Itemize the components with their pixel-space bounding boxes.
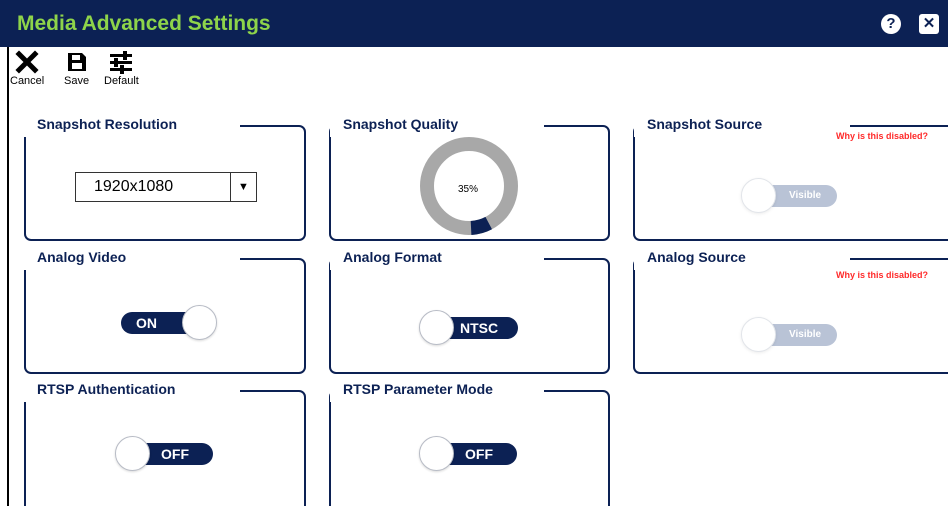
toggle-knob <box>182 305 217 340</box>
toggle-knob <box>419 310 454 345</box>
save-button[interactable]: Save <box>64 50 89 87</box>
analog-format-title: Analog Format <box>330 244 544 270</box>
analog-source-disabled-link[interactable]: Why is this disabled? <box>836 270 928 280</box>
default-button[interactable]: Default <box>104 50 139 87</box>
cancel-label: Cancel <box>10 75 45 87</box>
toggle-knob <box>741 178 776 213</box>
chevron-down-icon[interactable]: ▼ <box>230 173 256 201</box>
rtsp-authentication-toggle[interactable]: OFF <box>115 436 213 471</box>
analog-source-toggle: Visible <box>741 317 839 352</box>
toggle-knob <box>741 317 776 352</box>
toggle-knob <box>419 436 454 471</box>
rtsp-parameter-mode-toggle[interactable]: OFF <box>419 436 517 471</box>
analog-video-toggle[interactable]: ON <box>119 305 217 340</box>
toggle-knob <box>115 436 150 471</box>
window-titlebar: Media Advanced Settings ? ✕ <box>0 0 948 47</box>
snapshot-resolution-select[interactable]: 1920x1080 ▼ <box>75 172 257 202</box>
snapshot-quality-percent: 35% <box>458 184 479 195</box>
sliders-icon <box>110 51 133 74</box>
floppy-disk-icon <box>67 53 86 71</box>
help-icon[interactable]: ? <box>881 14 901 34</box>
analog-format-toggle[interactable]: NTSC <box>419 310 518 345</box>
x-mark-icon <box>15 50 39 74</box>
snapshot-source-title: Snapshot Source <box>634 111 850 137</box>
analog-video-title: Analog Video <box>24 244 240 270</box>
close-icon[interactable]: ✕ <box>919 14 939 34</box>
save-label: Save <box>64 75 90 87</box>
snapshot-source-toggle: Visible <box>741 178 839 213</box>
window-title: Media Advanced Settings <box>17 11 271 35</box>
snapshot-resolution-title: Snapshot Resolution <box>24 111 240 137</box>
rtsp-authentication-title: RTSP Authentication <box>24 376 240 402</box>
analog-source-title: Analog Source <box>634 244 850 270</box>
snapshot-source-disabled-link[interactable]: Why is this disabled? <box>836 131 928 141</box>
snapshot-resolution-value: 1920x1080 <box>94 178 174 195</box>
default-label: Default <box>104 75 139 87</box>
rtsp-parameter-mode-title: RTSP Parameter Mode <box>330 376 544 402</box>
cancel-button[interactable]: Cancel <box>10 50 44 87</box>
left-divider <box>7 47 9 506</box>
